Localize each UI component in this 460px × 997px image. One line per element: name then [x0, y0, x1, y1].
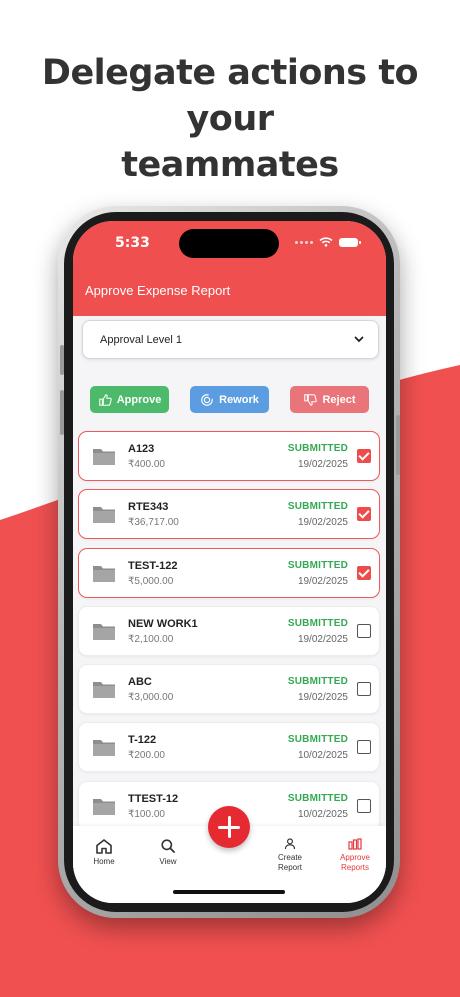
thumbs-down-icon	[304, 393, 318, 406]
status-badge: SUBMITTED	[287, 617, 348, 629]
report-amount: ₹400.00	[128, 459, 165, 470]
approve-button[interactable]: Approve	[90, 386, 169, 413]
select-checkbox[interactable]	[357, 740, 371, 755]
nav-create-report[interactable]: Create Report	[260, 838, 320, 873]
folder-icon	[93, 623, 115, 640]
battery-icon	[339, 237, 361, 247]
approval-level-value: Approval Level 1	[100, 334, 182, 346]
dynamic-island	[179, 229, 279, 258]
report-name: A123	[128, 443, 155, 455]
status-time: 5:33	[115, 235, 150, 251]
home-indicator	[173, 890, 285, 894]
thumbs-up-icon	[98, 393, 112, 406]
report-amount: ₹3,000.00	[128, 692, 174, 704]
status-badge: SUBMITTED	[287, 792, 348, 804]
nav-create-label-2: Report	[277, 863, 302, 872]
rework-button-label: Rework	[219, 393, 259, 406]
report-date: 19/02/2025	[297, 517, 348, 529]
report-amount: ₹5,000.00	[128, 575, 174, 587]
report-card[interactable]: ABC ₹3,000.00 SUBMITTED 19/02/2025	[78, 664, 380, 715]
report-date: 19/02/2025	[297, 575, 348, 587]
status-badge: SUBMITTED	[287, 559, 348, 571]
report-name: T-122	[128, 734, 157, 747]
report-card[interactable]: NEW WORK1 ₹2,100.00 SUBMITTED 19/02/2025	[78, 605, 380, 656]
approval-level-select[interactable]: Approval Level 1	[82, 320, 379, 359]
report-amount: ₹200.00	[128, 750, 165, 762]
report-name: TEST-122	[128, 559, 178, 572]
wifi-icon	[319, 237, 333, 247]
chevron-down-icon	[354, 336, 364, 343]
report-date: 19/02/2025	[297, 633, 348, 645]
headline-line-1: Delegate actions to your	[41, 53, 419, 139]
report-name: NEW WORK1	[128, 617, 198, 630]
side-button	[396, 415, 400, 475]
rework-cycle-icon	[201, 393, 213, 406]
select-checkbox[interactable]	[357, 507, 371, 522]
report-card[interactable]: RTE343 ₹36,717.00 SUBMITTED 19/02/2025	[78, 489, 380, 540]
status-badge: SUBMITTED	[287, 676, 348, 688]
report-date: 10/02/2025	[297, 808, 348, 820]
nav-view-label: View	[159, 857, 177, 866]
report-date: 10/02/2025	[297, 750, 348, 762]
nav-approve-label-2: Reports	[340, 863, 369, 872]
user-icon	[284, 838, 296, 850]
select-checkbox[interactable]	[357, 682, 371, 697]
search-icon	[161, 839, 175, 853]
volume-button	[60, 345, 64, 375]
report-card[interactable]: TEST-122 ₹5,000.00 SUBMITTED 19/02/2025	[78, 547, 380, 598]
select-checkbox[interactable]	[357, 449, 371, 463]
reject-button[interactable]: Reject	[290, 386, 369, 413]
report-amount: ₹36,717.00	[128, 517, 179, 529]
signal-icon	[295, 240, 313, 244]
folder-icon	[93, 507, 115, 524]
nav-create-label-1: Create	[277, 853, 302, 862]
approve-button-label: Approve	[116, 393, 162, 406]
rework-button[interactable]: Rework	[190, 386, 269, 413]
status-badge: SUBMITTED	[287, 501, 348, 513]
folder-icon	[93, 798, 115, 815]
folder-icon	[93, 682, 115, 699]
nav-view[interactable]: View	[138, 838, 198, 867]
add-report-fab[interactable]	[208, 806, 250, 848]
select-checkbox[interactable]	[357, 565, 371, 580]
nav-home[interactable]: Home	[74, 838, 134, 867]
app-header: 5:33 Approve Expense Report	[73, 221, 386, 316]
nav-approve-label-1: Approve	[340, 853, 370, 862]
reject-button-label: Reject	[322, 393, 356, 406]
select-checkbox[interactable]	[357, 623, 371, 638]
report-date: 19/02/2025	[297, 692, 348, 704]
nav-home-label: Home	[93, 857, 115, 866]
status-badge: SUBMITTED	[287, 443, 348, 454]
report-list: A123 ₹400.00 SUBMITTED 19/02/2025 RTE343…	[78, 431, 380, 839]
folder-icon	[93, 740, 115, 757]
report-name: ABC	[128, 676, 152, 689]
home-icon	[96, 839, 112, 854]
status-icons	[295, 237, 361, 247]
select-checkbox[interactable]	[357, 798, 371, 813]
page-title: Approve Expense Report	[85, 283, 231, 298]
report-card[interactable]: T-122 ₹200.00 SUBMITTED 10/02/2025	[78, 722, 380, 773]
report-amount: ₹2,100.00	[128, 633, 174, 645]
folder-icon	[93, 565, 115, 582]
report-name: RTE343	[128, 501, 169, 514]
report-name: TTEST-12	[128, 792, 179, 805]
status-badge: SUBMITTED	[287, 734, 348, 746]
headline-line-2: teammates	[121, 145, 339, 185]
approve-reports-icon	[348, 838, 362, 850]
report-card[interactable]: A123 ₹400.00 SUBMITTED 19/02/2025	[78, 431, 380, 481]
nav-approve-reports[interactable]: Approve Reports	[325, 838, 385, 873]
report-date: 19/02/2025	[297, 459, 348, 470]
report-amount: ₹100.00	[128, 808, 165, 820]
volume-button	[60, 390, 64, 435]
headline: Delegate actions to your teammates	[0, 50, 460, 188]
app-screen: 5:33 Approve Expense Report Approval Lev…	[73, 221, 386, 903]
folder-icon	[93, 449, 115, 465]
